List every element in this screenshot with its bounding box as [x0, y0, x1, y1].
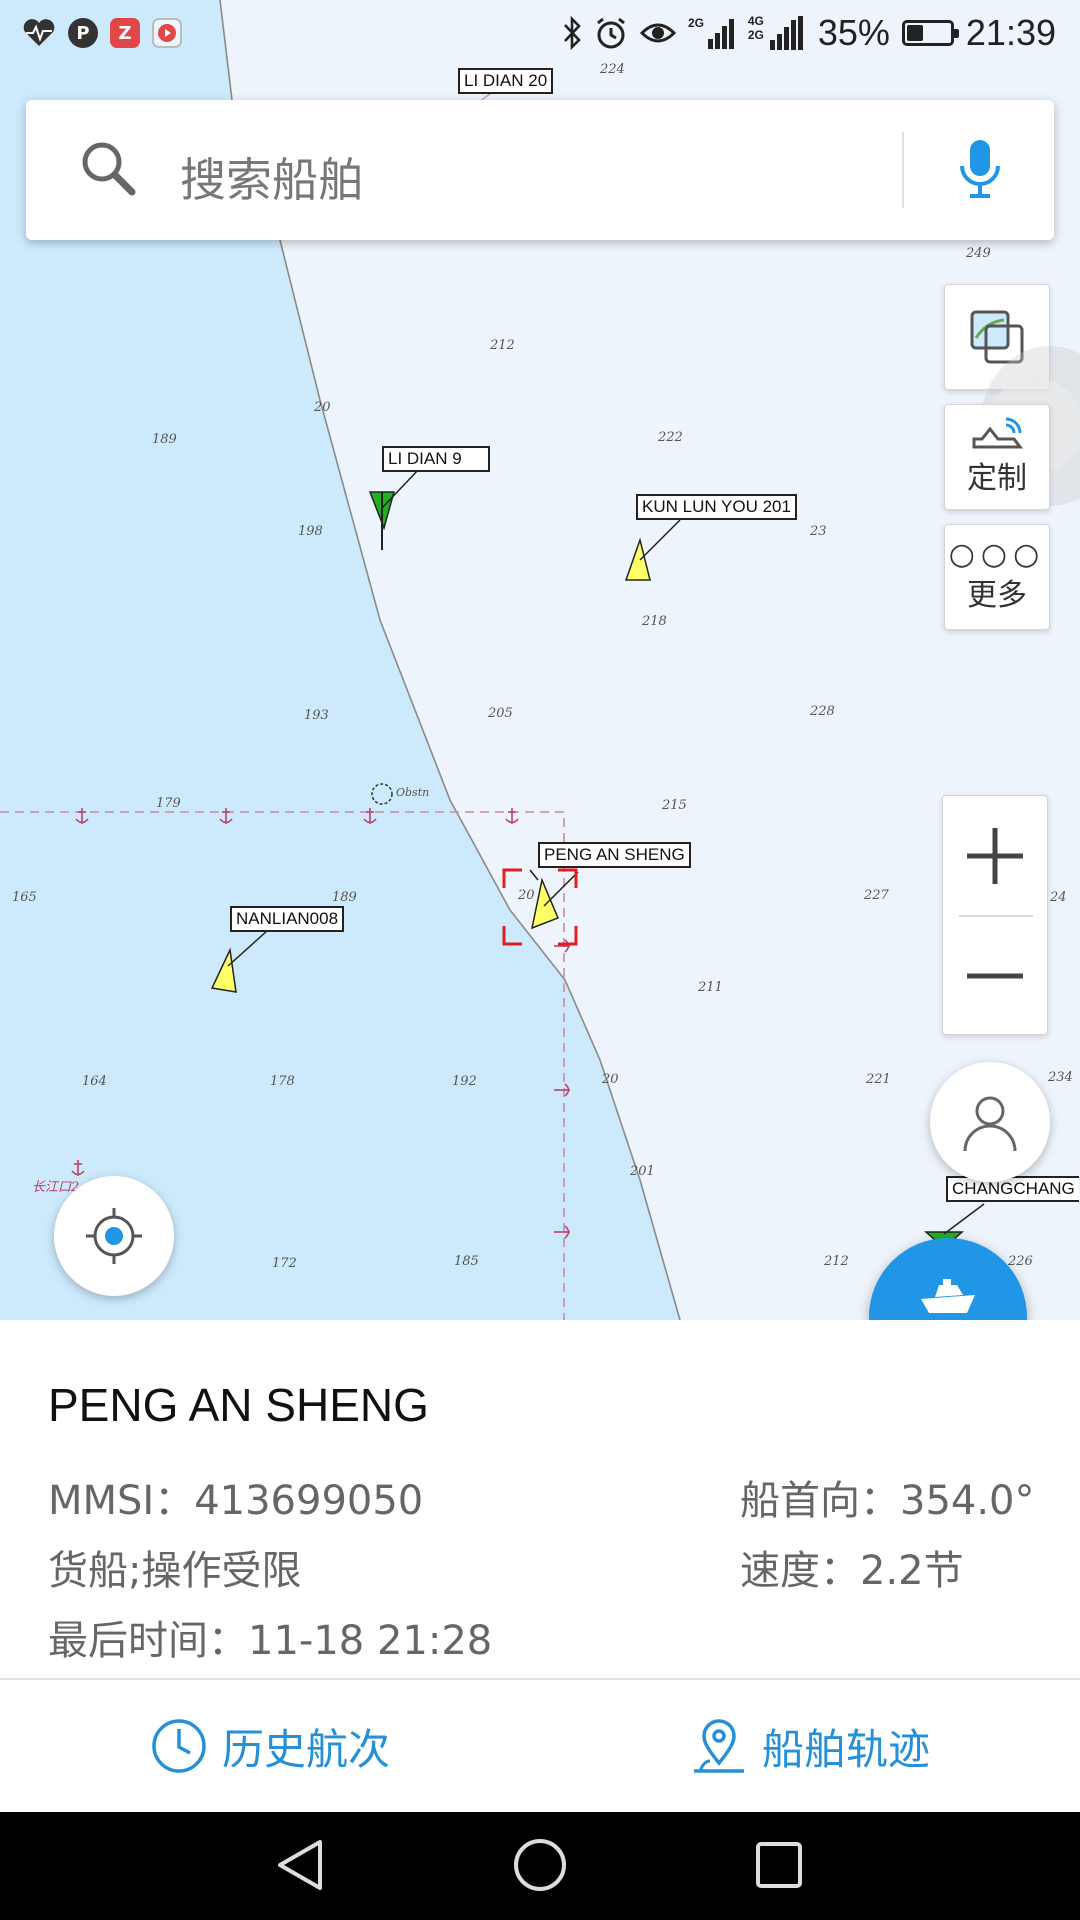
- zoom-control: [942, 795, 1048, 1035]
- depth-sounding: 212: [490, 338, 515, 353]
- more-button[interactable]: ○○○ 更多: [944, 524, 1050, 630]
- depth-sounding: 212: [824, 1254, 849, 1269]
- system-navigation-bar: [0, 1812, 1080, 1920]
- zoom-in-button[interactable]: [943, 796, 1047, 915]
- status-app-icons: P Z: [22, 18, 182, 48]
- depth-sounding: 189: [152, 432, 177, 447]
- crosshair-icon: [86, 1208, 142, 1264]
- depth-sounding: 198: [298, 524, 323, 539]
- depth-sounding: 24: [1050, 890, 1067, 905]
- depth-sounding: 201: [630, 1164, 655, 1179]
- plus-icon: [967, 827, 1023, 884]
- battery-icon: [901, 20, 959, 46]
- depth-sounding: 185: [454, 1254, 479, 1269]
- ship-track-label: 船舶轨迹: [762, 1724, 931, 1774]
- ship-name: PENG AN SHENG: [48, 1379, 429, 1431]
- ship-signal-icon: [972, 417, 1023, 449]
- ship-last-time: 最后时间：11-18 21:28: [48, 1618, 493, 1664]
- custom-button[interactable]: 定制: [944, 404, 1050, 510]
- battery-percent: 35%: [817, 12, 890, 53]
- obstruction-label: Obstn: [396, 786, 430, 799]
- battery-level: [906, 25, 923, 41]
- depth-sounding: 20: [314, 400, 331, 415]
- status-bar: P Z 2G 4G 2G 35% 21:39: [0, 0, 1080, 72]
- depth-sounding: 215: [662, 798, 687, 813]
- back-icon[interactable]: [274, 1836, 328, 1894]
- depth-sounding: 172: [272, 1256, 297, 1271]
- signal-4g-icon: 4G 2G: [748, 15, 806, 51]
- microphone-icon[interactable]: [958, 138, 1002, 202]
- depth-sounding: 179: [156, 796, 181, 811]
- signal-2g-icon: 2G: [688, 16, 734, 49]
- ship-marker-li-dian-9: [368, 467, 421, 550]
- depth-sounding: 218: [642, 614, 667, 629]
- eye-comfort-icon: [639, 23, 676, 43]
- depth-sounding: 20: [518, 888, 535, 903]
- ship-track-button[interactable]: 船舶轨迹: [690, 1680, 930, 1812]
- ship-icon: [921, 1279, 975, 1313]
- history-voyages-label: 历史航次: [222, 1724, 391, 1774]
- depth-sounding: 20: [602, 1072, 619, 1087]
- depth-sounding: 23: [810, 524, 827, 539]
- depth-sounding: 192: [452, 1074, 477, 1089]
- ship-label-peng-an-sheng[interactable]: PENG AN SHENG: [538, 842, 691, 868]
- alarm-icon: [596, 17, 625, 49]
- clock-icon: [152, 1719, 206, 1773]
- custom-button-label: 定制: [967, 461, 1027, 496]
- ship-info-panel: PENG AN SHENG MMSI：413699050 货船;操作受限 最后时…: [0, 1320, 1080, 1680]
- ship-actions-bar: 历史航次 船舶轨迹: [0, 1680, 1080, 1812]
- more-button-label: 更多: [967, 578, 1027, 613]
- search-icon[interactable]: [78, 138, 138, 198]
- depth-sounding: 164: [82, 1074, 107, 1089]
- search-divider: [902, 132, 904, 208]
- ship-label-changchang[interactable]: CHANGCHANG: [946, 1176, 1079, 1202]
- account-button[interactable]: [930, 1062, 1050, 1182]
- depth-sounding: 189: [332, 890, 357, 905]
- depth-sounding: 205: [488, 706, 513, 721]
- depth-sounding: 193: [304, 708, 329, 723]
- recent-apps-icon[interactable]: [752, 1836, 806, 1894]
- home-icon[interactable]: [512, 1836, 568, 1894]
- depth-sounding: 227: [864, 888, 889, 903]
- depth-sounding: 249: [966, 246, 991, 261]
- z-app-icon: Z: [110, 18, 140, 48]
- locate-me-button[interactable]: [54, 1176, 174, 1296]
- search-input[interactable]: 搜索船舶: [180, 144, 364, 210]
- ship-marker-kun-lun-you-201: [624, 519, 681, 581]
- depth-sounding: 178: [270, 1074, 295, 1089]
- svg-text:2G: 2G: [688, 16, 704, 30]
- depth-sounding: 221: [866, 1072, 891, 1087]
- ship-label-li-dian-9[interactable]: LI DIAN 9: [382, 446, 490, 472]
- depth-sounding: 222: [658, 430, 683, 445]
- bluetooth-icon: [563, 16, 581, 50]
- depth-sounding: 234: [1048, 1070, 1073, 1085]
- status-indicators: 2G 4G 2G 35% 21:39: [562, 12, 1056, 54]
- ship-speed: 速度：2.2节: [740, 1548, 964, 1594]
- location-pin-icon: [694, 1719, 744, 1773]
- depth-sounding: 228: [810, 704, 835, 719]
- user-icon: [963, 1096, 1017, 1152]
- zoom-out-button[interactable]: [943, 916, 1047, 1035]
- depth-sounding: 211: [698, 980, 723, 995]
- parking-app-icon: P: [68, 18, 98, 48]
- history-voyages-button[interactable]: 历史航次: [150, 1680, 390, 1812]
- minus-icon: [967, 973, 1023, 978]
- ship-heading: 船首向：354.0°: [740, 1478, 1035, 1524]
- video-app-icon: [152, 18, 182, 48]
- ship-type: 货船;操作受限: [48, 1548, 302, 1594]
- ship-search-bar[interactable]: 搜索船舶: [26, 100, 1054, 240]
- depth-sounding: 226: [1008, 1254, 1033, 1269]
- ship-label-kun-lun-you-201[interactable]: KUN LUN YOU 201: [636, 494, 797, 520]
- heart-rate-icon: [23, 19, 55, 46]
- depth-sounding: 165: [12, 890, 37, 905]
- clock: 21:39: [965, 12, 1056, 53]
- more-dots-icon: ○○○: [948, 537, 1046, 572]
- ship-mmsi: MMSI：413699050: [48, 1478, 424, 1524]
- ship-label-nanlian008[interactable]: NANLIAN008: [230, 906, 345, 932]
